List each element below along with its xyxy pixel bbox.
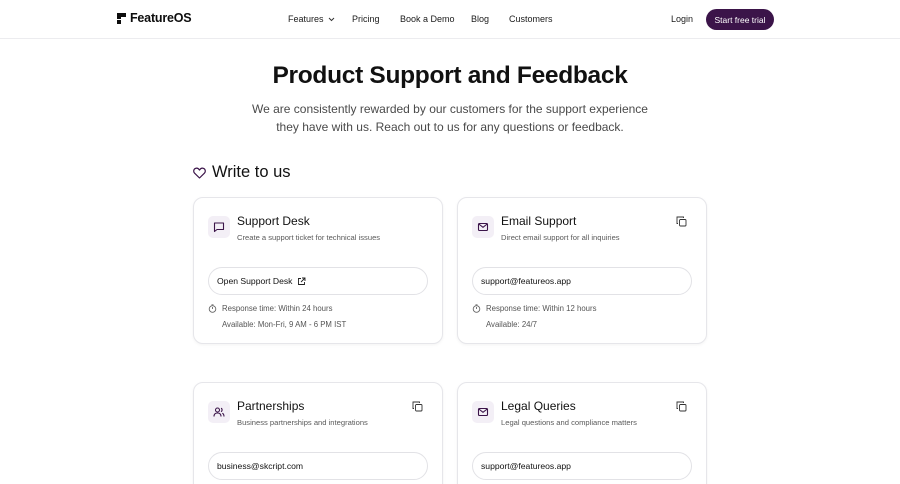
- nav-features-label: Features: [288, 14, 324, 24]
- external-link-icon: [297, 277, 306, 286]
- nav-customers[interactable]: Customers: [509, 14, 553, 24]
- email-support-card: Email Support Direct email support for a…: [457, 197, 707, 344]
- top-navbar: FeatureOS Features Pricing Book a Demo B…: [0, 0, 900, 39]
- timer-icon: [472, 304, 481, 313]
- legal-email-button[interactable]: support@featureos.app: [472, 452, 692, 480]
- availability-text: Available: 24/7: [486, 320, 538, 329]
- copy-icon[interactable]: [412, 401, 424, 413]
- card-icon-container: [208, 401, 230, 423]
- card-title: Legal Queries: [501, 399, 576, 413]
- nav-blog[interactable]: Blog: [471, 14, 489, 24]
- response-time-text: Response time: Within 24 hours: [222, 304, 333, 313]
- open-support-desk-label: Open Support Desk: [217, 276, 293, 286]
- card-description: Direct email support for all inquiries: [501, 233, 620, 242]
- legal-queries-card: Legal Queries Legal questions and compli…: [457, 382, 707, 484]
- card-description: Create a support ticket for technical is…: [237, 233, 381, 242]
- section-title: Write to us: [212, 163, 291, 181]
- card-icon-container: [208, 216, 230, 238]
- chat-icon: [213, 221, 225, 233]
- copy-icon[interactable]: [676, 216, 688, 228]
- response-time-text: Response time: Within 12 hours: [486, 304, 597, 313]
- login-link[interactable]: Login: [671, 14, 693, 24]
- heart-icon: [193, 167, 206, 179]
- timer-icon: [208, 304, 217, 313]
- support-email-button[interactable]: support@featureos.app: [472, 267, 692, 295]
- logo-text: FeatureOS: [130, 11, 192, 25]
- copy-icon[interactable]: [676, 401, 688, 413]
- card-icon-container: [472, 216, 494, 238]
- support-email-label: support@featureos.app: [481, 276, 571, 286]
- nav-pricing[interactable]: Pricing: [352, 14, 380, 24]
- start-free-trial-button[interactable]: Start free trial: [706, 9, 774, 30]
- logo-icon: [116, 12, 127, 25]
- chevron-down-icon: [328, 17, 335, 22]
- page-title: Product Support and Feedback: [272, 62, 628, 89]
- support-desk-card: Support Desk Create a support ticket for…: [193, 197, 443, 344]
- card-title: Support Desk: [237, 214, 310, 228]
- business-email-button[interactable]: business@skcript.com: [208, 452, 428, 480]
- logo[interactable]: FeatureOS: [116, 11, 192, 25]
- response-time-row: Response time: Within 24 hours: [208, 304, 333, 313]
- card-title: Partnerships: [237, 399, 305, 413]
- nav-book-demo[interactable]: Book a Demo: [400, 14, 455, 24]
- partnerships-card: Partnerships Business partnerships and i…: [193, 382, 443, 484]
- open-support-desk-button[interactable]: Open Support Desk: [208, 267, 428, 295]
- card-title: Email Support: [501, 214, 577, 228]
- users-icon: [213, 406, 225, 418]
- page-subtitle: We are consistently rewarded by our cust…: [252, 102, 648, 134]
- mail-icon: [477, 406, 489, 418]
- card-icon-container: [472, 401, 494, 423]
- section-heading: Write to us: [193, 163, 291, 182]
- availability-text: Available: Mon-Fri, 9 AM - 6 PM IST: [222, 320, 347, 329]
- response-time-row: Response time: Within 12 hours: [472, 304, 597, 313]
- mail-icon: [477, 221, 489, 233]
- legal-email-label: support@featureos.app: [481, 461, 571, 471]
- business-email-label: business@skcript.com: [217, 461, 304, 471]
- card-description: Legal questions and compliance matters: [501, 418, 637, 427]
- nav-features[interactable]: Features: [288, 14, 335, 24]
- card-description: Business partnerships and integrations: [237, 418, 368, 427]
